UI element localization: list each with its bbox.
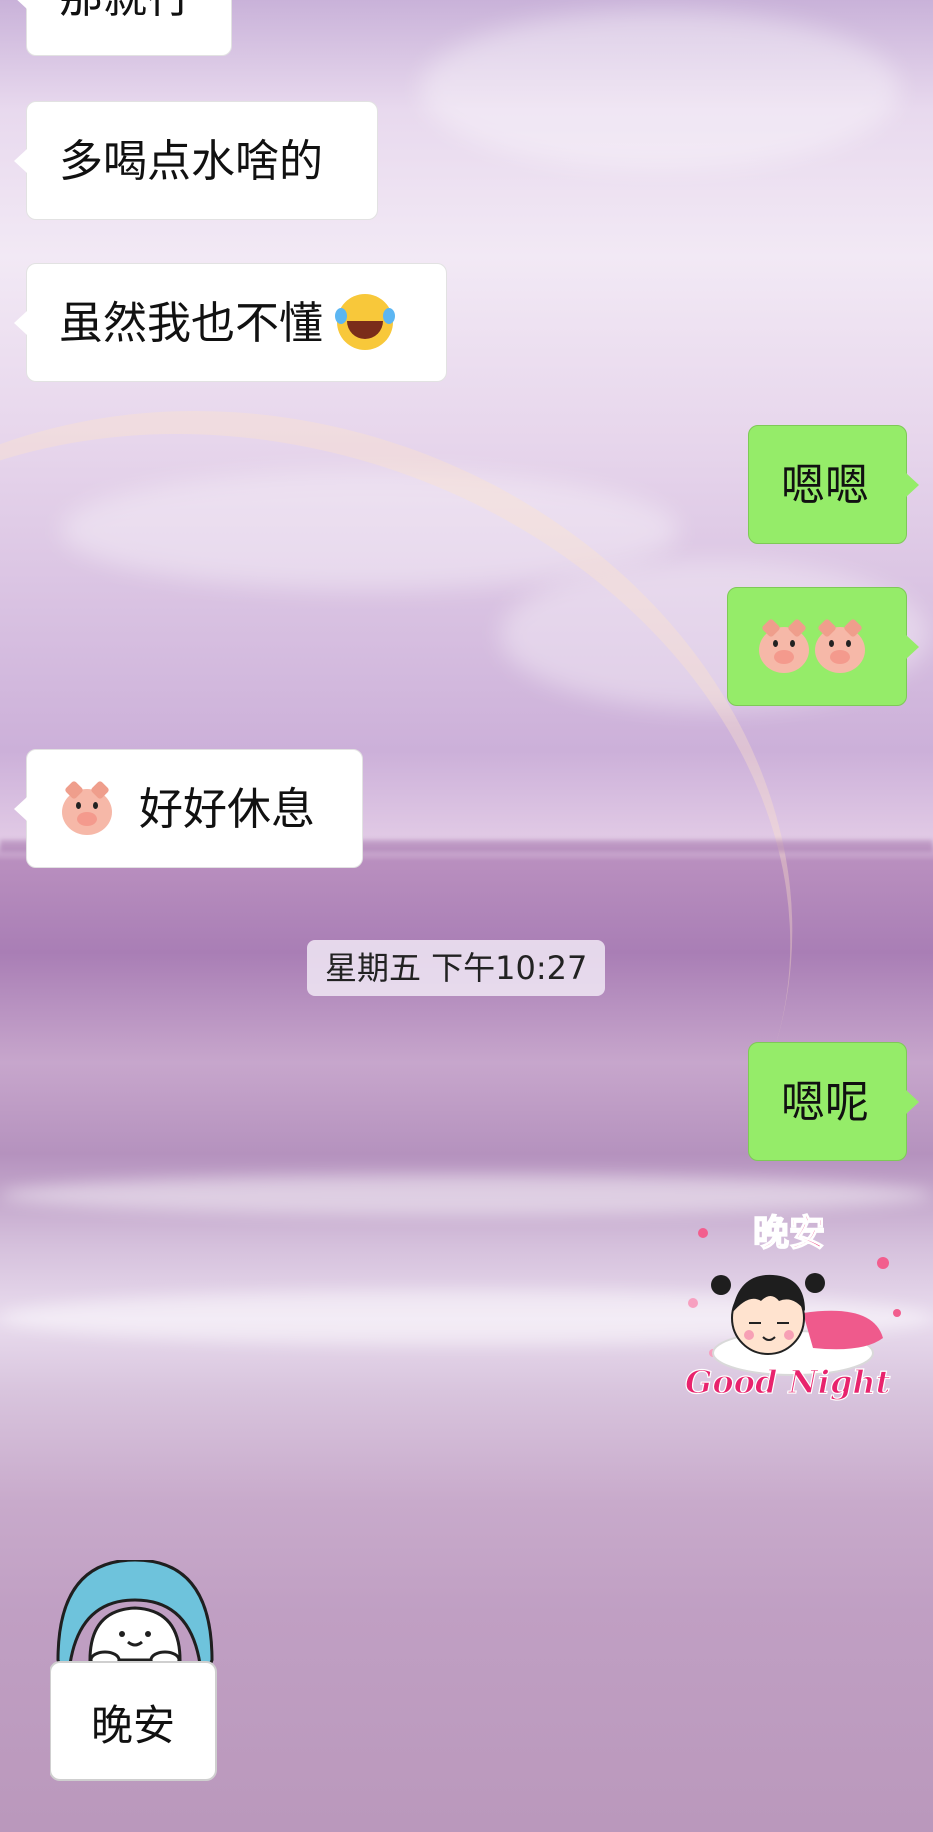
laughing-tears-emoji xyxy=(335,294,395,350)
message-text: 多喝点水啥的 xyxy=(59,136,323,187)
incoming-message[interactable]: 多喝点水啥的 xyxy=(14,101,378,220)
sticker-caption: Good Night xyxy=(685,1363,891,1401)
goodnight-sticker[interactable]: 晚安 Good Night xyxy=(683,1203,907,1427)
message-text: 虽然我也不懂 xyxy=(59,298,323,349)
outgoing-message[interactable]: 嗯嗯 xyxy=(748,425,919,544)
sticker-title: 晚安 xyxy=(753,1213,825,1254)
incoming-message[interactable]: 虽然我也不懂 xyxy=(14,263,447,382)
message-text: 好好休息 xyxy=(139,784,315,835)
message-text: 嗯呢 xyxy=(781,1077,869,1128)
background-cloud xyxy=(60,470,680,590)
message-text: 嗯嗯 xyxy=(781,460,869,511)
outgoing-message[interactable]: 嗯呢 xyxy=(748,1042,919,1161)
pig-face-emoji xyxy=(62,780,112,835)
incoming-message[interactable]: 那就行 xyxy=(14,0,232,56)
outgoing-message[interactable] xyxy=(727,587,919,706)
timestamp-label: 星期五 下午10:27 xyxy=(307,940,606,996)
pig-face-emoji xyxy=(759,618,809,673)
background-cloud xyxy=(420,10,900,170)
mochi-goodnight-sticker[interactable]: 晚安 xyxy=(50,1560,220,1785)
message-text: 那就行 xyxy=(59,0,191,23)
pig-face-emoji xyxy=(815,618,865,673)
sticker-caption: 晚安 xyxy=(91,1701,175,1750)
chat-screen: 那就行 多喝点水啥的 虽然我也不懂 嗯嗯 好好休息 星期五 下午10:27 嗯呢 xyxy=(0,0,933,1832)
incoming-message[interactable]: 好好休息 xyxy=(14,749,363,868)
